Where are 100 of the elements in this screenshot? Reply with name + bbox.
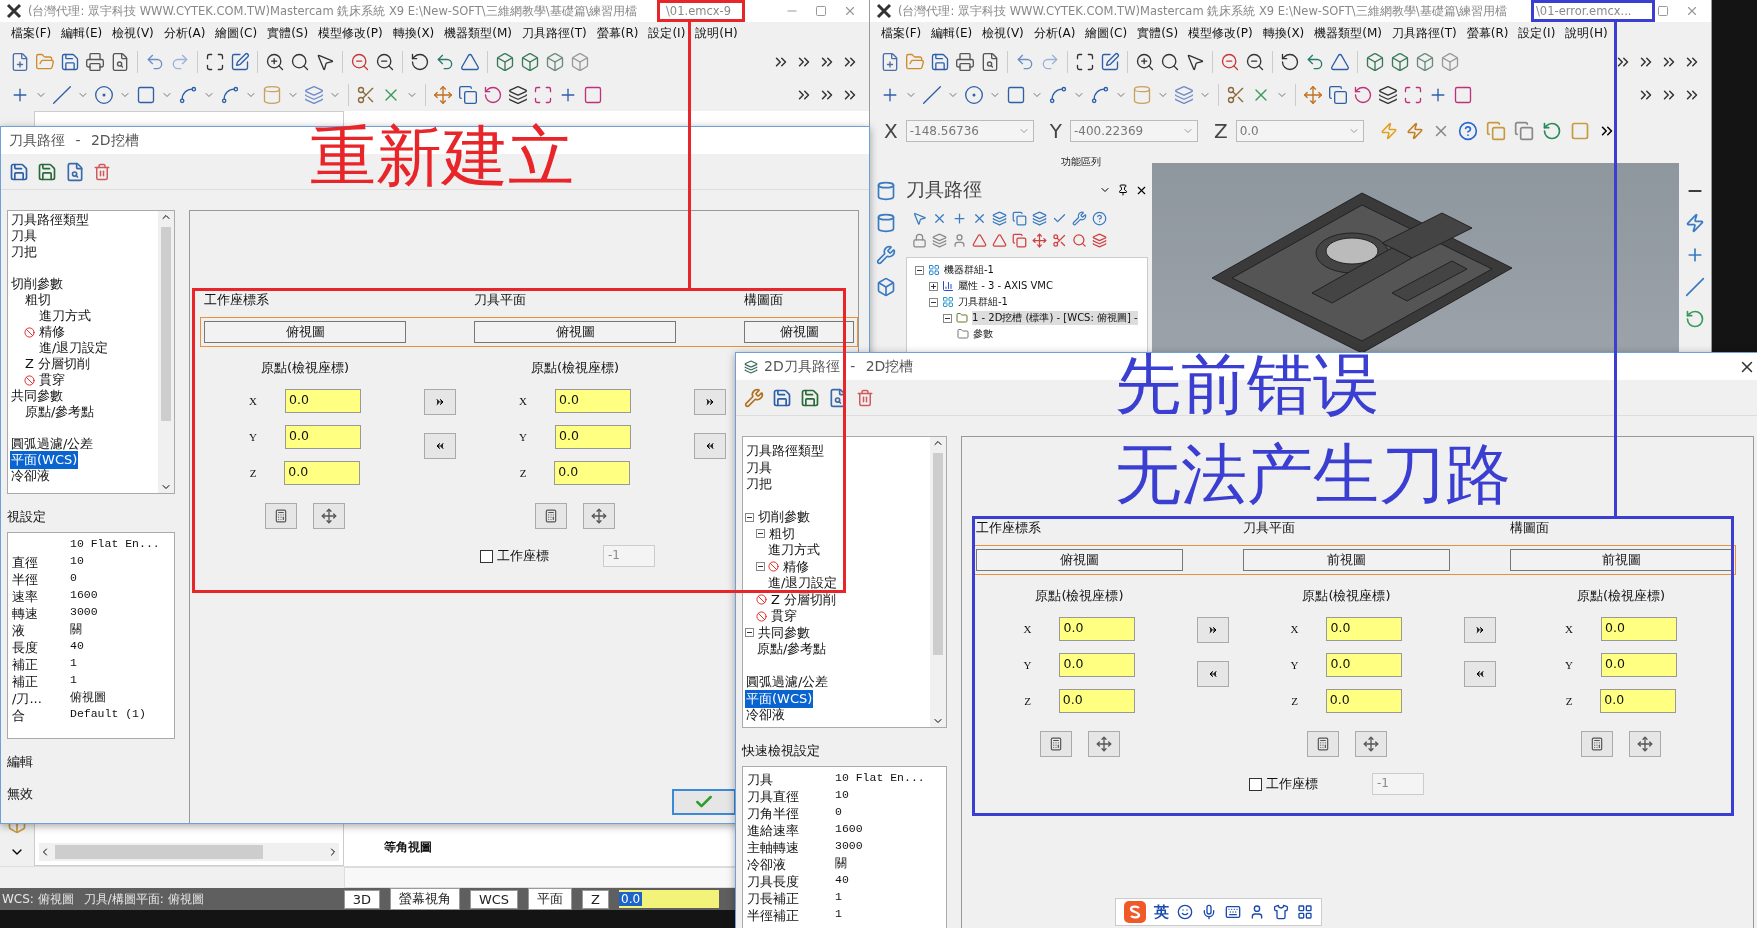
copy-left-button[interactable] [424,433,456,459]
calculator-button[interactable] [1306,731,1339,757]
curve-icon[interactable] [220,84,240,105]
copy-icon[interactable] [458,84,478,105]
ok-button[interactable] [672,789,736,815]
view-button[interactable]: 俯視圖 [744,321,854,343]
tree-item[interactable]: 貫穿 [38,371,66,389]
coordinate-combobox[interactable]: -400.22369 [1069,120,1198,142]
menu-item[interactable]: 設定(I) [1513,25,1561,42]
coordinate-field[interactable]: 0.0 [1058,689,1135,713]
tree-item[interactable]: 進/退刀設定 [767,574,839,593]
z-depth-field[interactable]: 0.0 [619,890,719,908]
menu-item[interactable]: 編輯(E) [56,25,108,42]
toolpath-tool-icon[interactable] [1012,232,1027,248]
arc-icon[interactable] [1685,309,1705,329]
menu-item[interactable]: 螢幕(R) [591,25,644,42]
cube-icon[interactable] [570,51,590,72]
coordinate-field[interactable]: 0.0 [1600,653,1677,677]
rectangle-icon[interactable] [136,84,156,105]
surface-icon[interactable] [304,84,324,105]
menu-item[interactable]: 模型修改(P) [313,25,388,42]
user-icon[interactable] [1249,904,1265,920]
rotate-icon[interactable] [410,51,430,72]
microphone-icon[interactable] [1201,904,1217,920]
new-file-icon[interactable] [10,51,30,72]
tree-item[interactable]: 平面(WCS) [745,689,814,708]
rotate-icon[interactable] [1353,84,1373,105]
window-edit-icon[interactable] [230,51,250,72]
help-icon[interactable] [1457,121,1478,141]
toolpath-tool-icon[interactable] [1052,232,1067,248]
calculator-button[interactable] [265,503,297,529]
tree-item[interactable]: 進/退刀設定 [38,339,110,357]
scrollbar[interactable] [39,843,339,861]
tree-item[interactable]: 進刀方式 [38,307,92,325]
open-folder-icon[interactable] [35,51,55,72]
expand-icon[interactable] [929,281,938,291]
status-button[interactable]: 螢幕視角 [389,888,460,910]
trim-icon[interactable] [356,84,376,105]
menu-item[interactable]: 檔案(F) [6,25,57,42]
tree-item[interactable]: 原點/參考點 [24,403,96,421]
collapse-icon[interactable] [756,562,765,572]
plane-icon[interactable] [1330,51,1350,72]
scale-icon[interactable] [533,84,553,105]
menu-item[interactable]: 分析(A) [1028,25,1081,42]
line-icon[interactable] [52,84,72,105]
tree-item[interactable]: 切削參數 [757,508,811,527]
preview-icon[interactable] [65,161,85,182]
printer-icon[interactable] [955,51,975,72]
cube-icon[interactable] [1390,51,1410,72]
copy-icon[interactable] [1513,121,1534,141]
coordinate-combobox[interactable]: 0.0 [1235,120,1364,142]
toolpath-tool-icon[interactable] [932,232,947,248]
fit-screen-icon[interactable] [1075,51,1095,72]
tree-item[interactable]: 屬性 - 3 - AXIS VMC [958,279,1053,293]
toolpath-tool-icon[interactable] [992,232,1007,248]
menu-item[interactable]: 檔案(F) [876,25,927,42]
coordinate-field[interactable]: 0.0 [1059,653,1136,677]
tree-item[interactable]: 平面(WCS) [10,451,79,469]
move-button[interactable] [1087,731,1120,757]
menu-item[interactable]: 刀具路徑(T) [517,25,592,42]
collapse-icon[interactable] [915,265,924,275]
trim-icon[interactable] [1226,84,1246,105]
save-icon[interactable] [9,161,29,182]
menu-item[interactable]: 轉換(X) [1257,25,1310,42]
cube-icon[interactable] [495,51,515,72]
tree-item[interactable]: 圓弧過濾/公差 [10,435,95,453]
copy-right-button[interactable] [1464,617,1496,643]
tree-item[interactable]: 切削參數 [10,275,64,293]
toolpath-tool-icon[interactable] [1092,210,1107,226]
tree-item[interactable]: 貫穿 [770,607,798,626]
copy-left-button[interactable] [694,433,726,459]
save-as-icon[interactable] [800,387,820,408]
coordinate-field[interactable]: 0.0 [554,425,631,449]
save-icon[interactable] [60,51,80,72]
menu-item[interactable]: 螢幕(R) [1461,25,1514,42]
scrollbar[interactable] [158,211,174,493]
arc-icon[interactable] [178,84,198,105]
copy-right-button[interactable] [694,389,726,415]
tree-item[interactable]: 刀把 [10,243,38,261]
status-button[interactable]: 3D [343,889,380,909]
lightning-icon[interactable] [1405,122,1424,140]
move-button[interactable] [583,503,615,529]
menu-item[interactable]: 繪圖(C) [210,25,263,42]
array-icon[interactable] [583,84,603,105]
lightning-icon[interactable] [1685,213,1705,233]
toolpath-tool-icon[interactable] [992,210,1007,226]
tree-item[interactable]: 刀具路徑類型 [10,211,90,229]
cube-icon[interactable] [876,277,896,297]
save-as-icon[interactable] [37,161,57,182]
fit-screen-icon[interactable] [205,51,225,72]
cylinder-icon[interactable] [876,181,896,201]
cube-icon[interactable] [1415,51,1435,72]
plane-icon[interactable] [460,51,480,72]
view-button[interactable]: 俯視圖 [976,549,1183,571]
tree-item[interactable]: 刀具 [745,458,773,477]
shirt-icon[interactable] [1273,904,1289,920]
copy-right-button[interactable] [424,389,456,415]
coordinate-field[interactable]: 0.0 [1326,617,1403,641]
tree-item[interactable]: 冷卻液 [10,467,51,485]
tree-item[interactable]: 粗切 [24,291,52,309]
